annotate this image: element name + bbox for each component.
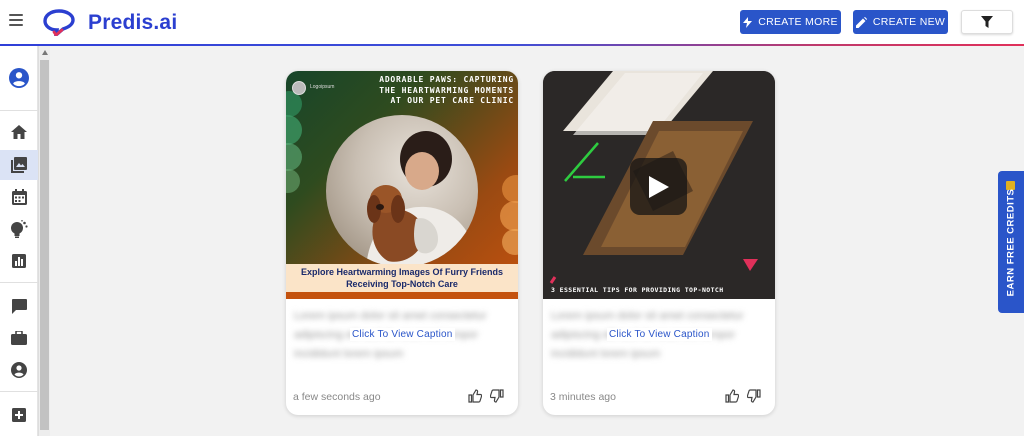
view-caption-link[interactable]: Click To View Caption [607,328,712,341]
sidebar-divider [0,282,38,283]
scroll-up-arrow-icon[interactable] [42,50,48,55]
main-content [50,46,1024,436]
brand-logo-placeholder [292,81,306,95]
filter-icon [981,16,993,28]
thumbs-up-icon[interactable] [468,389,483,408]
play-icon [648,175,669,198]
briefcase-icon[interactable] [9,328,29,348]
account-circle-icon[interactable] [9,68,29,88]
pencil-icon [855,16,867,28]
thumbs-down-icon[interactable] [489,389,504,408]
brand-name[interactable]: Predis.ai [88,11,177,35]
post-video-caption: 3 ESSENTIAL TIPS FOR PROVIDING TOP-NOTCH [551,286,724,294]
predis-logo-icon[interactable] [42,8,76,40]
thumbs-up-icon[interactable] [725,389,740,408]
sidebar-divider [0,110,38,111]
post-card[interactable]: Logoipsum ADORABLE PAWS: CAPTURING THE H… [286,71,518,415]
bolt-icon [743,16,753,28]
feedback-buttons [468,389,504,408]
home-icon[interactable] [9,122,29,142]
post-card[interactable]: 3 ESSENTIAL TIPS FOR PROVIDING TOP-NOTCH… [543,71,775,415]
view-caption-link[interactable]: Click To View Caption [350,328,455,341]
top-bar: Predis.ai CREATE MORE CREATE NEW [0,0,1024,44]
filter-button[interactable] [961,10,1013,34]
hamburger-icon[interactable] [9,14,23,26]
image-gallery-icon[interactable] [9,155,29,175]
sidebar [0,46,38,436]
woman-with-dog-photo [326,115,478,267]
post-video[interactable]: 3 ESSENTIAL TIPS FOR PROVIDING TOP-NOTCH [543,71,775,299]
sidebar-divider [0,391,38,392]
scrollbar-thumb[interactable] [40,60,49,430]
lightbulb-icon[interactable] [9,219,29,239]
post-image[interactable]: Logoipsum ADORABLE PAWS: CAPTURING THE H… [286,71,518,299]
post-image-footer-strip [286,292,518,299]
add-box-icon[interactable] [9,405,29,425]
create-more-label: CREATE MORE [758,16,838,28]
thumbs-down-icon[interactable] [746,389,761,408]
earn-free-credits-tab[interactable]: EARN FREE CREDITS [998,171,1024,313]
sidebar-scrollbar[interactable] [38,46,50,436]
post-timestamp: a few seconds ago [293,391,381,403]
create-new-label: CREATE NEW [872,16,946,28]
create-new-button[interactable]: CREATE NEW [853,10,948,34]
post-image-title: ADORABLE PAWS: CAPTURING THE HEARTWARMIN… [379,75,514,105]
create-more-button[interactable]: CREATE MORE [740,10,841,34]
earn-free-credits-label: EARN FREE CREDITS [1005,188,1017,296]
calendar-icon[interactable] [9,187,29,207]
bar-chart-icon[interactable] [9,251,29,271]
play-button[interactable] [630,158,687,215]
feedback-buttons [725,389,761,408]
chat-bubble-icon[interactable] [9,296,29,316]
account-icon[interactable] [9,360,29,380]
brand-logo-text: Logoipsum [310,84,335,90]
post-timestamp: 3 minutes ago [550,391,616,403]
post-image-caption: Explore Heartwarming Images Of Furry Fri… [286,264,518,292]
